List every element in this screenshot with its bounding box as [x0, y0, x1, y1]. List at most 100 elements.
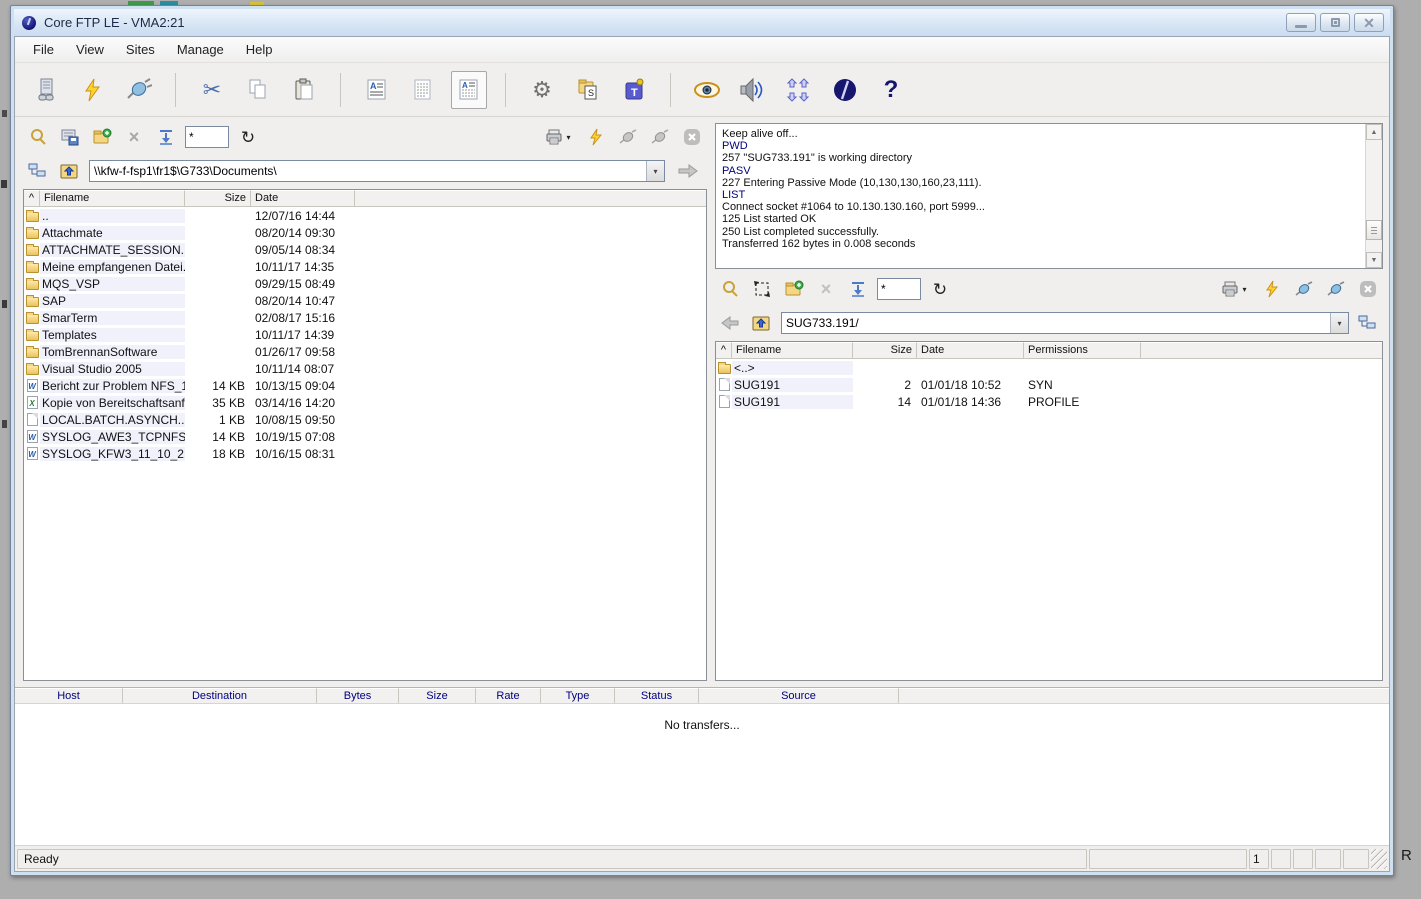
file-row[interactable]: Attachmate08/20/14 09:30 [24, 224, 706, 241]
file-row[interactable]: MQS_VSP09/29/15 08:49 [24, 275, 706, 292]
file-row[interactable]: Kopie von Bereitschaftsanf...35 KB03/14/… [24, 394, 706, 411]
file-row[interactable]: Meine empfangenen Datei...10/11/17 14:35 [24, 258, 706, 275]
paste-button[interactable] [286, 71, 322, 109]
file-row[interactable]: SYSLOG_KFW3_11_10_2...18 KB10/16/15 08:3… [24, 445, 706, 462]
local-search-button[interactable] [25, 125, 51, 149]
local-path-input[interactable] [90, 161, 646, 181]
source-column-header[interactable]: Source [699, 688, 899, 703]
local-refresh-button[interactable]: ↻ [235, 125, 261, 149]
menu-file[interactable]: File [23, 39, 64, 60]
file-row[interactable]: Templates10/11/17 14:39 [24, 326, 706, 343]
file-row[interactable]: SUG1911401/01/18 14:36PROFILE [716, 393, 1382, 410]
local-queue-button[interactable]: ▾ [539, 125, 577, 149]
minimize-button[interactable] [1286, 13, 1316, 32]
local-drive-button[interactable] [57, 125, 83, 149]
remote-path-dropdown-button[interactable]: ▾ [1330, 313, 1348, 333]
local-new-folder-button[interactable] [89, 125, 115, 149]
menu-help[interactable]: Help [236, 39, 283, 60]
view-raw-button[interactable] [405, 71, 441, 109]
size-column-header[interactable]: Size [399, 688, 476, 703]
sort-column-header[interactable]: ^ [24, 190, 40, 207]
copy-button[interactable] [240, 71, 276, 109]
remote-delete-button[interactable]: × [813, 277, 839, 301]
date-column-header[interactable]: Date [251, 190, 355, 207]
transfer-queue-body[interactable]: No transfers... [15, 704, 1389, 845]
scroll-up-button[interactable]: ▲ [1366, 124, 1382, 140]
filename-column-header[interactable]: Filename [732, 342, 853, 359]
view-files-button[interactable] [689, 71, 725, 109]
host-column-header[interactable]: Host [15, 688, 123, 703]
file-row[interactable]: Bericht zur Problem NFS_1...14 KB10/13/1… [24, 377, 706, 394]
menu-sites[interactable]: Sites [116, 39, 165, 60]
remote-upload-button[interactable] [845, 277, 871, 301]
remote-filter-input[interactable] [877, 278, 921, 300]
quick-connect-button[interactable] [75, 71, 111, 109]
local-tree-button[interactable] [25, 159, 51, 183]
size-column-header[interactable]: Size [185, 190, 251, 207]
log-text[interactable]: Keep alive off... PWD 257 "SUG733.191" i… [716, 124, 1365, 268]
remote-search-button[interactable] [717, 277, 743, 301]
bytes-column-header[interactable]: Bytes [317, 688, 399, 703]
filename-column-header[interactable]: Filename [40, 190, 185, 207]
file-row[interactable]: TomBrennanSoftware01/26/17 09:58 [24, 343, 706, 360]
menu-view[interactable]: View [66, 39, 114, 60]
disconnect-button[interactable] [121, 71, 157, 109]
local-filter-input[interactable] [185, 126, 229, 148]
local-disconnect-button[interactable] [647, 125, 673, 149]
sounds-button[interactable] [735, 71, 771, 109]
local-updir-button[interactable] [57, 159, 83, 183]
local-upload-button[interactable] [153, 125, 179, 149]
text-editor-button[interactable]: T [616, 71, 652, 109]
titlebar[interactable]: Core FTP LE - VMA2:21 ✕ [14, 9, 1390, 36]
date-column-header[interactable]: Date [917, 342, 1024, 359]
remote-queue-button[interactable]: ▾ [1215, 277, 1253, 301]
view-split-button[interactable]: A [451, 71, 487, 109]
local-delete-button[interactable]: × [121, 125, 147, 149]
remote-disconnect-button[interactable] [1323, 277, 1349, 301]
destination-column-header[interactable]: Destination [123, 688, 317, 703]
permissions-column-header[interactable]: Permissions [1024, 342, 1141, 359]
remote-connect-button[interactable] [1291, 277, 1317, 301]
file-row[interactable]: SUG191201/01/18 10:52SYN [716, 376, 1382, 393]
coreftp-home-button[interactable] [827, 71, 863, 109]
file-row[interactable]: SmarTerm02/08/17 15:16 [24, 309, 706, 326]
status-column-header[interactable]: Status [615, 688, 699, 703]
remote-stop-button[interactable] [1355, 277, 1381, 301]
remote-back-button[interactable] [717, 311, 743, 335]
close-button[interactable]: ✕ [1354, 13, 1384, 32]
file-row[interactable]: SYSLOG_AWE3_TCPNFS...14 KB10/19/15 07:08 [24, 428, 706, 445]
help-button[interactable]: ? [873, 71, 909, 109]
file-row[interactable]: Visual Studio 200510/11/14 08:07 [24, 360, 706, 377]
file-row[interactable]: <..> [716, 359, 1382, 376]
site-connect-button[interactable] [29, 71, 65, 109]
cut-button[interactable]: ✂ [194, 71, 230, 109]
remote-refresh-button[interactable]: ↻ [927, 277, 953, 301]
remote-new-folder-button[interactable] [781, 277, 807, 301]
file-row[interactable]: SAP08/20/14 10:47 [24, 292, 706, 309]
size-column-header[interactable]: Size [853, 342, 917, 359]
file-row[interactable]: ..12/07/16 14:44 [24, 207, 706, 224]
remote-select-button[interactable] [749, 277, 775, 301]
local-connect-button[interactable] [615, 125, 641, 149]
restore-button[interactable] [1320, 13, 1350, 32]
remote-quick-connect-button[interactable] [1259, 277, 1285, 301]
resize-grip[interactable] [1371, 849, 1387, 869]
scrollbar-thumb[interactable] [1366, 220, 1382, 240]
type-column-header[interactable]: Type [541, 688, 615, 703]
local-quick-connect-button[interactable] [583, 125, 609, 149]
local-transfer-button[interactable] [671, 159, 705, 183]
file-row[interactable]: LOCAL.BATCH.ASYNCH....1 KB10/08/15 09:50 [24, 411, 706, 428]
site-manager-button[interactable]: S [570, 71, 606, 109]
log-scrollbar[interactable]: ▲ ▼ [1365, 124, 1382, 268]
scroll-down-button[interactable]: ▼ [1366, 252, 1382, 268]
view-log-button[interactable]: A [359, 71, 395, 109]
menu-manage[interactable]: Manage [167, 39, 234, 60]
remote-tree-button[interactable] [1355, 311, 1381, 335]
settings-button[interactable]: ⚙ [524, 71, 560, 109]
transfers-button[interactable] [781, 71, 817, 109]
sort-column-header[interactable]: ^ [716, 342, 732, 359]
file-row[interactable]: ATTACHMATE_SESSION...09/05/14 08:34 [24, 241, 706, 258]
remote-path-input[interactable] [782, 313, 1330, 333]
rate-column-header[interactable]: Rate [476, 688, 541, 703]
remote-updir-button[interactable] [749, 311, 775, 335]
